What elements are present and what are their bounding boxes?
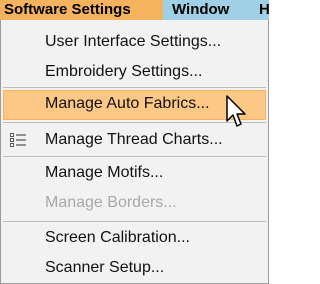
menu-software-settings[interactable]: Software Settings	[0, 0, 163, 20]
menu-item-label: Manage Motifs...	[45, 164, 164, 181]
menu-help-partial[interactable]: H	[254, 0, 269, 20]
menu-item-manage-thread-charts[interactable]: Manage Thread Charts...	[3, 126, 266, 156]
menu-item-label: Manage Thread Charts...	[45, 131, 223, 148]
menu-bar: Software Settings Window H	[0, 0, 269, 20]
list-icon	[10, 133, 26, 147]
menu-item-label: Screen Calibration...	[45, 229, 190, 246]
menu-item-label: User Interface Settings...	[45, 33, 222, 50]
menu-window[interactable]: Window	[163, 0, 254, 20]
menu-item-label: Manage Borders...	[45, 194, 177, 211]
menu-item-label: Embroidery Settings...	[45, 63, 203, 80]
mouse-pointer-icon	[226, 95, 246, 127]
menu-item-embroidery-settings[interactable]: Embroidery Settings...	[3, 58, 266, 88]
menu-item-manage-motifs[interactable]: Manage Motifs...	[3, 159, 266, 189]
menu-separator	[3, 156, 266, 157]
menu-item-screen-calibration[interactable]: Screen Calibration...	[3, 224, 266, 254]
menu-item-manage-borders: Manage Borders...	[3, 189, 266, 219]
menu-item-user-interface-settings[interactable]: User Interface Settings...	[3, 28, 266, 58]
menu-separator	[3, 87, 266, 88]
software-settings-dropdown: User Interface Settings... Embroidery Se…	[0, 20, 269, 284]
menu-item-label: Scanner Setup...	[45, 259, 165, 276]
menu-item-label: Manage Auto Fabrics...	[45, 95, 210, 112]
menu-separator	[3, 221, 266, 222]
menu-item-scanner-setup[interactable]: Scanner Setup...	[3, 254, 266, 284]
